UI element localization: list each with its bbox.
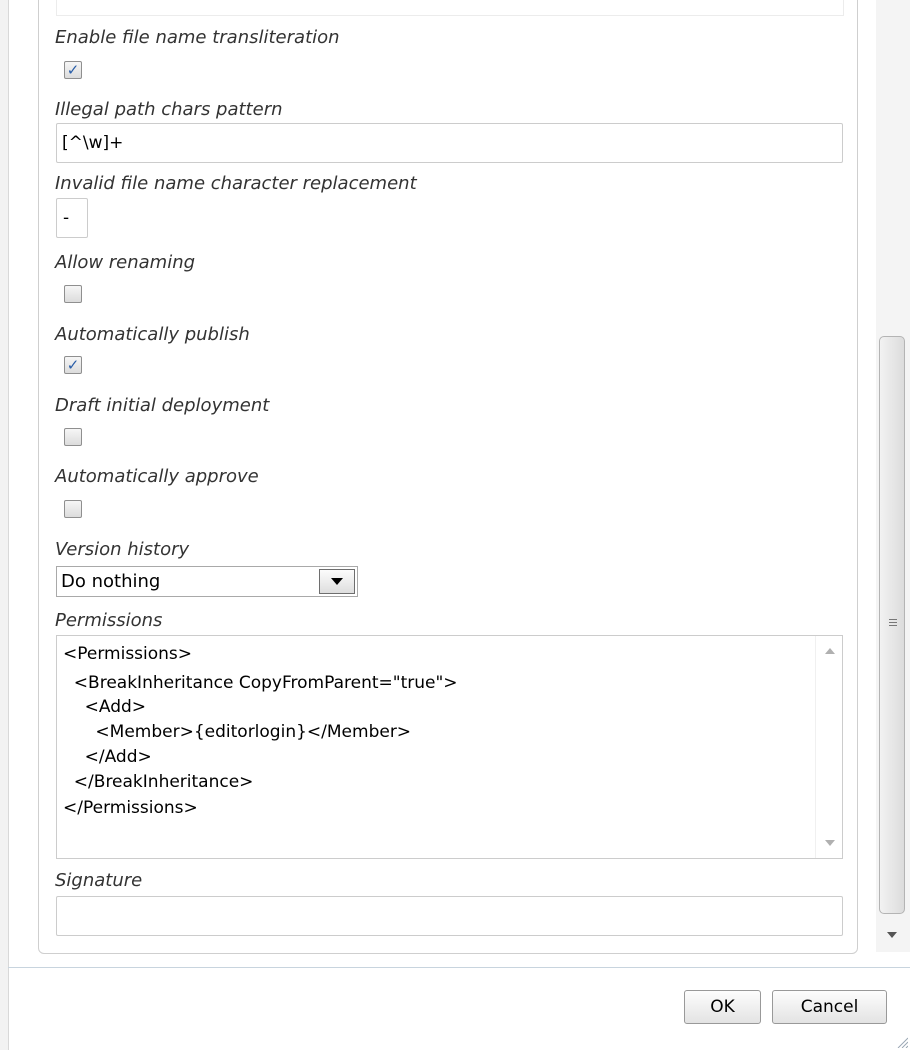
- invalid-replacement-input[interactable]: -: [56, 198, 88, 238]
- previous-field-input[interactable]: [56, 0, 844, 16]
- auto-publish-checkbox[interactable]: ✓: [64, 356, 82, 374]
- version-history-value: Do nothing: [61, 571, 161, 592]
- cancel-button[interactable]: Cancel: [772, 990, 887, 1024]
- dialog-left-edge: [0, 0, 9, 1050]
- permissions-line: <Member>{editorlogin}</Member>: [63, 722, 412, 742]
- auto-publish-label: Automatically publish: [55, 324, 250, 345]
- permissions-line: <Add>: [63, 697, 147, 717]
- resize-grip-icon[interactable]: [894, 1034, 908, 1048]
- grip-line: [889, 619, 897, 620]
- allow-renaming-checkbox[interactable]: [64, 285, 82, 303]
- dropdown-button[interactable]: [319, 569, 355, 594]
- transliteration-label: Enable file name transliteration: [55, 27, 340, 48]
- auto-approve-label: Automatically approve: [55, 466, 259, 487]
- illegal-path-input[interactable]: [^\w]+: [56, 123, 843, 163]
- signature-input[interactable]: [56, 896, 843, 936]
- main-scrollbar[interactable]: [876, 0, 910, 952]
- permissions-scrollbar[interactable]: [815, 636, 842, 858]
- version-history-select[interactable]: Do nothing: [56, 566, 358, 597]
- scrollbar-thumb[interactable]: [879, 336, 905, 914]
- permissions-line: </BreakInheritance>: [63, 772, 254, 792]
- dialog: Enable file name transliteration ✓ Illeg…: [0, 0, 910, 1050]
- draft-initial-label: Draft initial deployment: [55, 395, 270, 416]
- scroll-down-arrow-icon[interactable]: [887, 932, 897, 938]
- ok-button[interactable]: OK: [684, 990, 761, 1024]
- chevron-down-icon: [331, 578, 343, 585]
- permissions-line: <BreakInheritance CopyFromParent="true">: [63, 673, 458, 693]
- illegal-path-label: Illegal path chars pattern: [55, 99, 283, 120]
- grip-line: [889, 625, 897, 626]
- checkmark-icon: ✓: [66, 60, 80, 79]
- signature-label: Signature: [55, 870, 143, 891]
- permissions-textarea[interactable]: <Permissions> <BreakInheritance CopyFrom…: [56, 635, 843, 859]
- scroll-up-arrow-icon[interactable]: [825, 648, 835, 654]
- grip-line: [889, 622, 897, 623]
- permissions-line: </Permissions>: [63, 798, 198, 818]
- permissions-label: Permissions: [55, 610, 163, 631]
- transliteration-checkbox[interactable]: ✓: [64, 61, 82, 79]
- checkmark-icon: ✓: [66, 355, 80, 374]
- allow-renaming-label: Allow renaming: [55, 252, 196, 273]
- permissions-line: </Add>: [63, 747, 152, 767]
- draft-initial-checkbox[interactable]: [64, 428, 82, 446]
- invalid-replacement-label: Invalid file name character replacement: [55, 173, 417, 194]
- permissions-line: <Permissions>: [63, 644, 193, 664]
- auto-approve-checkbox[interactable]: [64, 500, 82, 518]
- scroll-down-arrow-icon[interactable]: [825, 840, 835, 846]
- footer-divider: [8, 967, 910, 968]
- version-history-label: Version history: [55, 539, 190, 560]
